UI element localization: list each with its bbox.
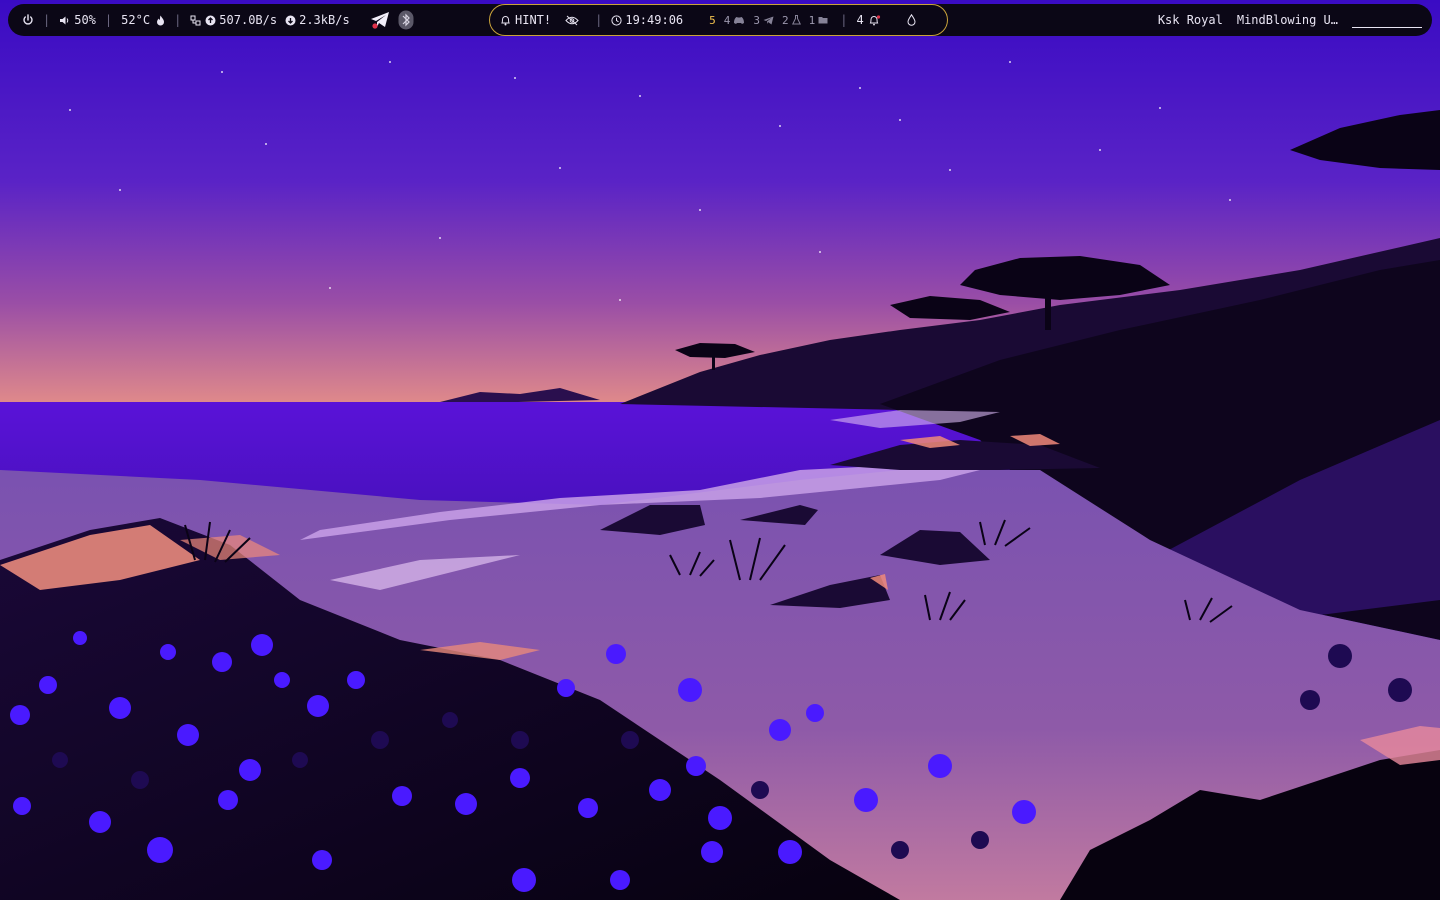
download-arrow-icon bbox=[285, 15, 296, 26]
clock-time: 19:49:06 bbox=[625, 13, 684, 27]
upload-arrow-icon bbox=[205, 15, 216, 26]
droplet-icon[interactable] bbox=[907, 14, 916, 26]
separator: | bbox=[174, 13, 182, 27]
telegram-icon[interactable] bbox=[370, 11, 390, 29]
media-artist[interactable]: Ksk Royal bbox=[1158, 13, 1223, 27]
desktop-wallpaper bbox=[0, 0, 1440, 900]
hint-label[interactable]: HINT! bbox=[515, 13, 551, 27]
workspace-number: 5 bbox=[709, 13, 716, 27]
bluetooth-icon[interactable] bbox=[398, 10, 414, 30]
speaker-icon[interactable] bbox=[59, 15, 70, 26]
eye-off-icon[interactable] bbox=[565, 15, 579, 26]
folder-icon bbox=[818, 16, 828, 24]
workspace-number: 3 bbox=[753, 13, 761, 27]
download-speed: 2.3kB/s bbox=[299, 13, 350, 27]
media-progress-line bbox=[1352, 26, 1422, 28]
separator: | bbox=[104, 13, 113, 27]
top-status-bar: | 50% | 52°C | 507.0B/s 2.3kB/s HINT! | … bbox=[8, 4, 1432, 36]
media-song-title[interactable]: MindBlowing U… bbox=[1237, 13, 1338, 27]
temperature-value: 52°C bbox=[121, 13, 151, 27]
network-icon[interactable] bbox=[190, 15, 201, 26]
workspace-3[interactable]: 3 bbox=[753, 14, 774, 27]
workspace-4[interactable]: 4 bbox=[724, 14, 746, 27]
separator: | bbox=[595, 13, 603, 27]
telegram-icon bbox=[763, 16, 774, 25]
separator: | bbox=[840, 13, 848, 27]
workspace-2[interactable]: 2 bbox=[782, 14, 801, 27]
flame-icon bbox=[156, 15, 165, 26]
status-left-group: | 50% | 52°C | 507.0B/s 2.3kB/s bbox=[22, 4, 414, 36]
bell-dot-icon[interactable] bbox=[869, 14, 881, 26]
notification-count[interactable]: 4 bbox=[857, 13, 864, 27]
status-right-group: Ksk Royal MindBlowing U… bbox=[1158, 4, 1422, 36]
volume-value[interactable]: 50% bbox=[74, 13, 96, 27]
separator: | bbox=[43, 13, 51, 27]
bell-icon bbox=[500, 15, 511, 26]
status-center-group: HINT! | 19:49:06 5 4 3 2 1 | 4 bbox=[489, 4, 948, 36]
flask-icon bbox=[791, 15, 801, 25]
workspace-5[interactable]: 5 bbox=[709, 14, 716, 27]
discord-icon bbox=[733, 16, 745, 25]
power-icon[interactable] bbox=[22, 14, 34, 26]
workspace-number: 1 bbox=[808, 13, 816, 27]
upload-speed: 507.0B/s bbox=[219, 13, 278, 27]
workspace-number: 2 bbox=[782, 13, 789, 27]
workspace-number: 4 bbox=[723, 13, 731, 27]
workspace-1[interactable]: 1 bbox=[809, 14, 829, 27]
clock-icon bbox=[611, 14, 622, 26]
